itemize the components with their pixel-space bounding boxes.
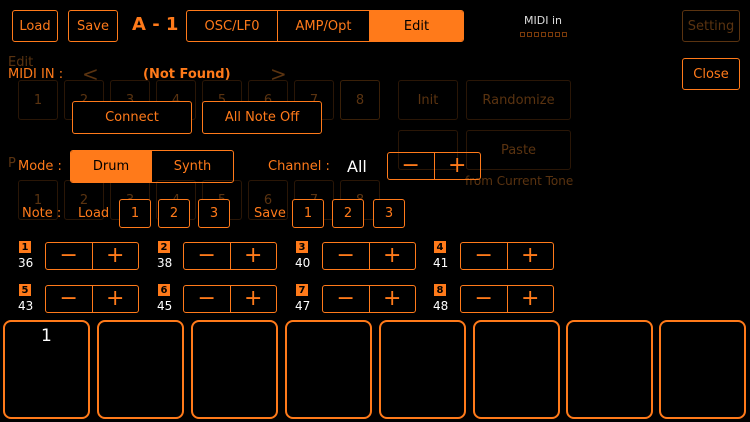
note-load-3-button[interactable]: 3: [198, 199, 230, 228]
note-8-plus-button[interactable]: +: [508, 286, 554, 312]
bg-chevron-left-icon: <: [82, 62, 99, 86]
note-label: Note :: [22, 206, 62, 221]
note-index-badge: 5: [19, 284, 31, 296]
drum-pad-5[interactable]: [379, 320, 466, 419]
bg-paste-button: Paste: [466, 130, 571, 170]
note-1-stepper: − +: [45, 242, 139, 270]
channel-value: All: [347, 157, 367, 176]
note-6-minus-button[interactable]: −: [184, 286, 231, 312]
note-value: 38: [157, 256, 173, 270]
note-8-minus-button[interactable]: −: [461, 286, 508, 312]
note-value: 36: [18, 256, 34, 270]
note-2-plus-button[interactable]: +: [231, 243, 277, 269]
note-3-minus-button[interactable]: −: [323, 243, 370, 269]
setting-button[interactable]: Setting: [682, 10, 740, 42]
drum-pad-8[interactable]: [659, 320, 746, 419]
note-3-plus-button[interactable]: +: [370, 243, 416, 269]
note-5-stepper: − +: [45, 285, 139, 313]
tab-osc-lfo[interactable]: OSC/LF0: [187, 11, 278, 41]
note-load-1-button[interactable]: 1: [119, 199, 151, 228]
note-value: 41: [433, 256, 449, 270]
connect-button[interactable]: Connect: [72, 101, 192, 134]
save-button[interactable]: Save: [68, 10, 118, 42]
channel-stepper: − +: [387, 152, 481, 180]
note-index-badge: 3: [296, 241, 308, 253]
bg-randomize-button: Randomize: [466, 80, 571, 120]
note-2-stepper: − +: [183, 242, 277, 270]
note-4-stepper: − +: [460, 242, 554, 270]
drum-pad-7[interactable]: [566, 320, 653, 419]
midi-in-indicator-label: MIDI in: [524, 14, 562, 27]
bg-edit-slot: 8: [340, 80, 380, 120]
tab-amp-opt[interactable]: AMP/Opt: [278, 11, 370, 41]
drum-pad-3[interactable]: [191, 320, 278, 419]
note-4-plus-button[interactable]: +: [508, 243, 554, 269]
mode-toggle: Drum Synth: [70, 150, 234, 183]
mode-drum[interactable]: Drum: [71, 151, 152, 182]
note-4-minus-button[interactable]: −: [461, 243, 508, 269]
note-7-stepper: − +: [322, 285, 416, 313]
mode-synth[interactable]: Synth: [152, 151, 233, 182]
note-index-badge: 2: [158, 241, 170, 253]
note-5-plus-button[interactable]: +: [93, 286, 139, 312]
midi-in-label: MIDI IN :: [8, 67, 64, 82]
note-load-2-button[interactable]: 2: [158, 199, 190, 228]
main-tabs: OSC/LF0 AMP/Opt Edit: [186, 10, 464, 42]
drum-pad-2[interactable]: [97, 320, 184, 419]
note-value: 48: [433, 299, 449, 313]
bg-p-label: P: [8, 156, 16, 171]
note-index-badge: 6: [158, 284, 170, 296]
note-index-badge: 7: [296, 284, 308, 296]
midi-in-leds: [520, 32, 567, 37]
mode-label: Mode :: [18, 159, 62, 174]
close-button[interactable]: Close: [682, 58, 740, 90]
note-save-label: Save: [254, 206, 286, 221]
note-save-3-button[interactable]: 3: [373, 199, 405, 228]
note-value: 40: [295, 256, 311, 270]
drum-pad-1[interactable]: 1: [3, 320, 90, 419]
note-save-2-button[interactable]: 2: [332, 199, 364, 228]
note-index-badge: 8: [434, 284, 446, 296]
note-value: 47: [295, 299, 311, 313]
bg-edit-slot: 1: [18, 80, 58, 120]
channel-plus-button[interactable]: +: [435, 153, 481, 179]
note-load-label: Load: [78, 206, 110, 221]
note-2-minus-button[interactable]: −: [184, 243, 231, 269]
note-save-1-button[interactable]: 1: [292, 199, 324, 228]
note-8-stepper: − +: [460, 285, 554, 313]
midi-status: (Not Found): [143, 67, 231, 82]
drum-pad-6[interactable]: [473, 320, 560, 419]
all-note-off-button[interactable]: All Note Off: [202, 101, 322, 134]
tab-edit[interactable]: Edit: [370, 11, 463, 41]
note-index-badge: 1: [19, 241, 31, 253]
bg-init-button: Init: [398, 80, 458, 120]
bg-chevron-right-icon: >: [270, 62, 287, 86]
note-7-plus-button[interactable]: +: [370, 286, 416, 312]
channel-minus-button[interactable]: −: [388, 153, 435, 179]
preset-name: A - 1: [132, 14, 179, 35]
note-index-badge: 4: [434, 241, 446, 253]
load-button[interactable]: Load: [12, 10, 58, 42]
note-7-minus-button[interactable]: −: [323, 286, 370, 312]
note-1-plus-button[interactable]: +: [93, 243, 139, 269]
note-3-stepper: − +: [322, 242, 416, 270]
bg-paste-subtext: from Current Tone: [465, 174, 574, 188]
drum-pad-label: 1: [41, 326, 52, 346]
note-1-minus-button[interactable]: −: [46, 243, 93, 269]
note-5-minus-button[interactable]: −: [46, 286, 93, 312]
note-6-plus-button[interactable]: +: [231, 286, 277, 312]
drum-pad-4[interactable]: [285, 320, 372, 419]
note-value: 45: [157, 299, 173, 313]
note-6-stepper: − +: [183, 285, 277, 313]
channel-label: Channel :: [268, 159, 330, 174]
note-value: 43: [18, 299, 34, 313]
